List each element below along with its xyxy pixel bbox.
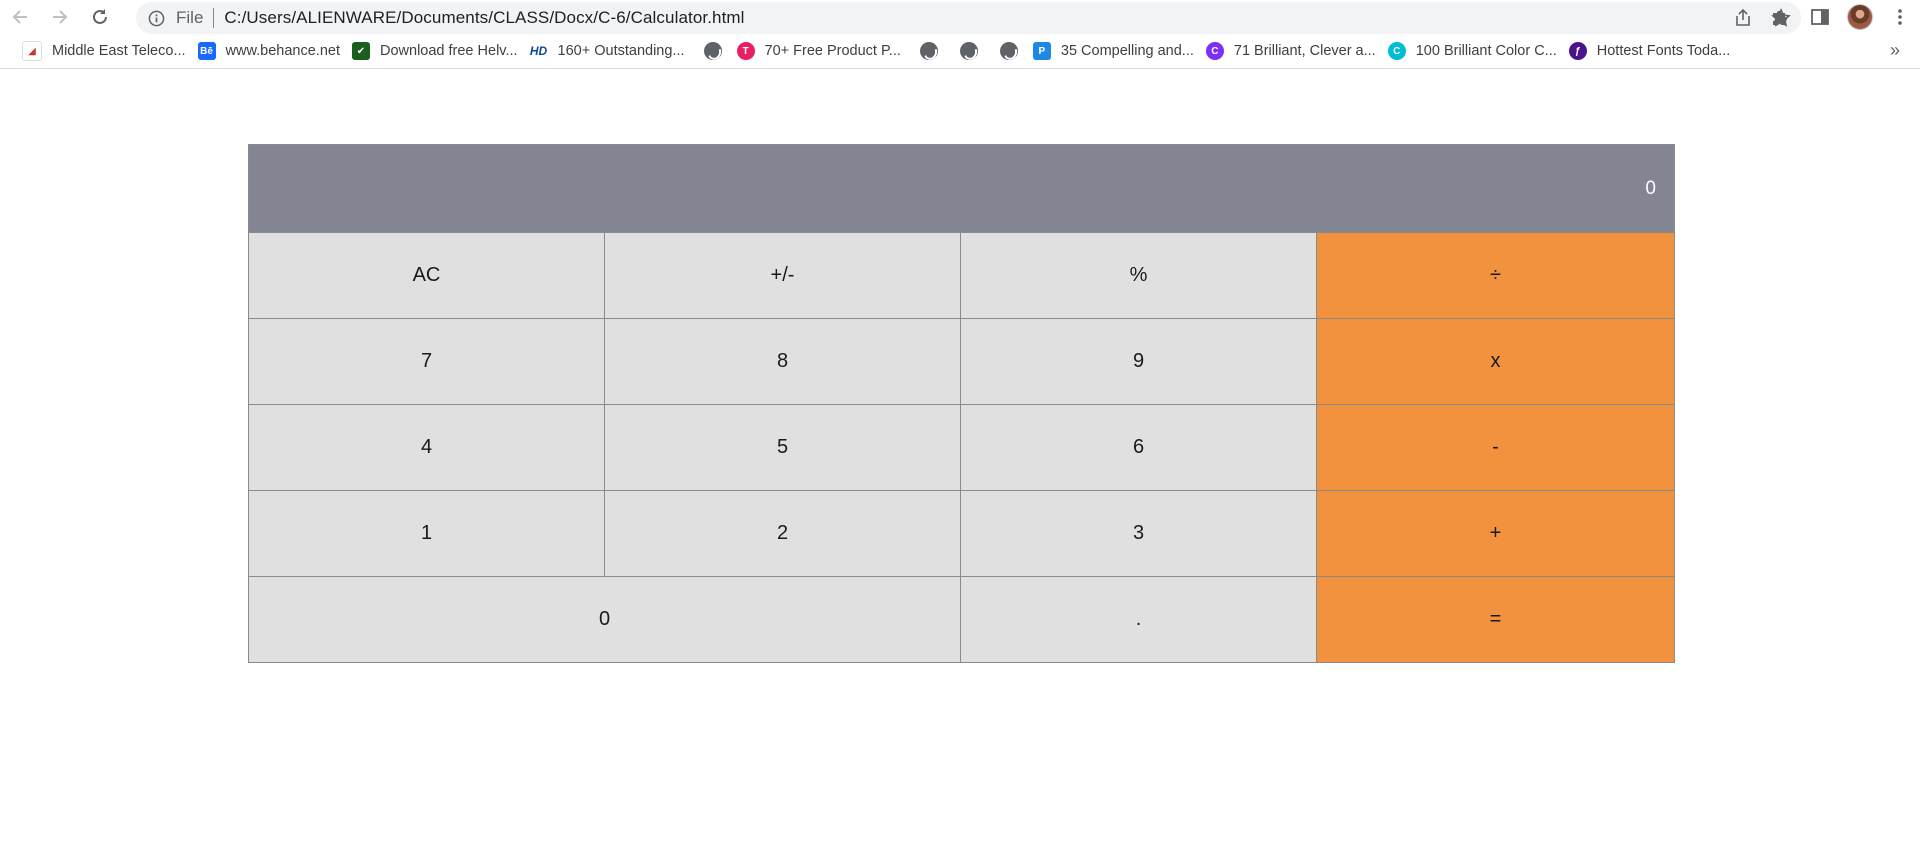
key-subtract[interactable]: - xyxy=(1317,404,1674,490)
bookmark-item[interactable]: C 71 Brilliant, Clever a... xyxy=(1202,38,1384,64)
display-value: 0 xyxy=(1645,177,1656,199)
back-arrow-icon xyxy=(12,10,27,24)
bookmark-item[interactable]: Bē www.behance.net xyxy=(194,38,348,64)
bookmark-label: Download free Helv... xyxy=(380,43,518,59)
key-divide[interactable]: ÷ xyxy=(1317,232,1674,318)
forward-button[interactable] xyxy=(40,0,80,34)
calculator-display: 0 xyxy=(249,145,1674,232)
bookmark-item[interactable]: ◢ Middle East Teleco... xyxy=(18,38,194,64)
c-icon: C xyxy=(1387,42,1406,60)
more-vert-icon xyxy=(1898,9,1902,25)
address-bar[interactable]: File C:/Users/ALIENWARE/Documents/CLASS/… xyxy=(136,2,1801,34)
key-3[interactable]: 3 xyxy=(961,490,1317,576)
menu-button[interactable] xyxy=(1880,0,1920,34)
reload-icon xyxy=(93,9,107,24)
keypad: AC +/- % ÷ 7 8 9 x 4 5 6 - 1 2 3 + 0 . = xyxy=(249,232,1674,662)
key-2[interactable]: 2 xyxy=(605,490,961,576)
bookmarks-bar: ◢ Middle East Teleco... Bē www.behance.n… xyxy=(0,34,1920,69)
avatar xyxy=(1847,4,1873,30)
chevron-more-icon[interactable]: » xyxy=(1890,40,1900,61)
side-panel-button[interactable] xyxy=(1800,0,1840,34)
address-url[interactable]: C:/Users/ALIENWARE/Documents/CLASS/Docx/… xyxy=(224,8,744,28)
key-6[interactable]: 6 xyxy=(961,404,1317,490)
bookmark-label: 71 Brilliant, Clever a... xyxy=(1233,43,1376,59)
key-5[interactable]: 5 xyxy=(605,404,961,490)
bookmark-item[interactable]: ƒ Hottest Fonts Toda... xyxy=(1565,38,1739,64)
key-percent[interactable]: % xyxy=(961,232,1317,318)
bookmark-label: 100 Brilliant Color C... xyxy=(1415,43,1557,59)
bookmark-label: 35 Compelling and... xyxy=(1060,43,1194,59)
font-icon: ƒ xyxy=(1568,42,1587,60)
back-button[interactable] xyxy=(0,0,40,34)
key-equals[interactable]: = xyxy=(1317,576,1674,662)
bookmark-label: www.behance.net xyxy=(225,43,340,59)
p-icon: P xyxy=(1032,42,1051,60)
globe-icon[interactable] xyxy=(999,42,1018,60)
key-7[interactable]: 7 xyxy=(249,318,605,404)
key-0[interactable]: 0 xyxy=(249,576,961,662)
bookmark-item[interactable]: P 35 Compelling and... xyxy=(1029,38,1202,64)
key-9[interactable]: 9 xyxy=(961,318,1317,404)
address-divider xyxy=(213,8,215,28)
key-clear[interactable]: AC xyxy=(249,232,605,318)
bookmark-label: Hottest Fonts Toda... xyxy=(1596,43,1731,59)
globe-icon[interactable] xyxy=(959,42,978,60)
bookmark-item[interactable]: HD 160+ Outstanding... xyxy=(526,38,693,64)
key-8[interactable]: 8 xyxy=(605,318,961,404)
key-decimal[interactable]: . xyxy=(961,576,1317,662)
info-icon[interactable] xyxy=(148,10,170,27)
globe-icon[interactable] xyxy=(703,42,722,60)
key-multiply[interactable]: x xyxy=(1317,318,1674,404)
telecom-icon: ◢ xyxy=(22,41,42,61)
bookmark-label: 70+ Free Product P... xyxy=(764,43,901,59)
key-4[interactable]: 4 xyxy=(249,404,605,490)
profile-button[interactable] xyxy=(1840,0,1880,34)
extensions-button[interactable] xyxy=(1760,0,1800,34)
forward-arrow-icon xyxy=(53,10,68,24)
key-add[interactable]: + xyxy=(1317,490,1674,576)
key-1[interactable]: 1 xyxy=(249,490,605,576)
behance-icon: Bē xyxy=(197,42,216,60)
globe-icon[interactable] xyxy=(919,42,938,60)
c-icon: C xyxy=(1205,42,1224,60)
t-icon: T xyxy=(736,42,755,60)
share-icon[interactable] xyxy=(1733,8,1753,28)
bookmark-item[interactable]: T 70+ Free Product P... xyxy=(733,38,909,64)
key-sign-toggle[interactable]: +/- xyxy=(605,232,961,318)
bookmark-label: 160+ Outstanding... xyxy=(557,43,685,59)
bookmark-item[interactable]: ✔ Download free Helv... xyxy=(348,38,526,64)
browser-toolbar: File C:/Users/ALIENWARE/Documents/CLASS/… xyxy=(0,0,1920,34)
calculator: 0 AC +/- % ÷ 7 8 9 x 4 5 6 - 1 2 3 + 0 .… xyxy=(248,144,1675,663)
bookmark-label: Middle East Teleco... xyxy=(52,43,186,59)
address-scheme-label: File xyxy=(176,8,204,27)
hd-icon: HD xyxy=(529,44,548,58)
reload-button[interactable] xyxy=(80,0,120,34)
checkmark-icon: ✔ xyxy=(352,42,370,60)
side-panel-icon xyxy=(1811,9,1829,25)
puzzle-icon xyxy=(1773,11,1787,25)
bookmark-item[interactable]: C 100 Brilliant Color C... xyxy=(1384,38,1565,64)
